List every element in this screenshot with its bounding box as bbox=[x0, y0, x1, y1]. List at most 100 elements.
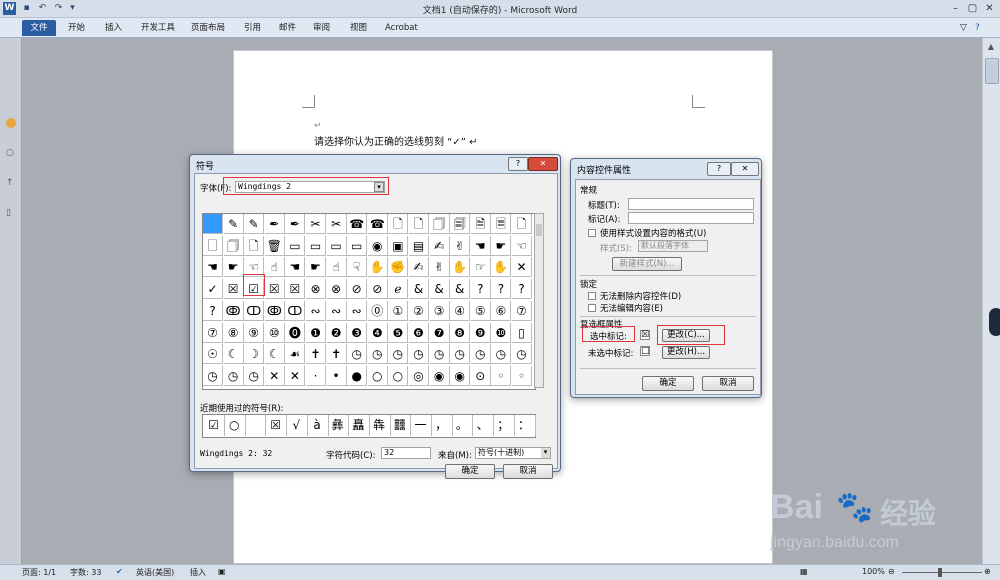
symbol-cell[interactable]: ◷ bbox=[347, 344, 368, 365]
symbol-cell[interactable]: ◉ bbox=[429, 365, 450, 386]
language[interactable]: 英语(美国) bbox=[136, 567, 174, 578]
symbol-cell[interactable]: ○ bbox=[388, 365, 409, 386]
symbol-cell[interactable]: ✕ bbox=[512, 257, 532, 278]
symbol-cell[interactable]: ✍ bbox=[429, 235, 450, 256]
recent-symbol-cell[interactable]: ， bbox=[431, 415, 453, 436]
tab-acrobat[interactable]: Acrobat bbox=[380, 20, 423, 36]
document-text[interactable]: 请选择你认为正确的选线剪刻 “✓” ↵ bbox=[314, 133, 477, 148]
symbol-cell[interactable]: ▤ bbox=[409, 235, 429, 256]
symbol-cell[interactable]: ℯ bbox=[388, 279, 409, 300]
symbol-cell[interactable]: ⊗ bbox=[306, 279, 326, 300]
symbol-cell[interactable]: ✎ bbox=[223, 214, 244, 234]
symbol-cell[interactable]: • bbox=[326, 365, 347, 386]
symbol-cell[interactable]: ✌ bbox=[429, 257, 450, 278]
zoom-slider-thumb[interactable] bbox=[938, 568, 942, 577]
symbol-cell[interactable]: 🗍 bbox=[223, 235, 244, 256]
tab-references[interactable]: 引用 bbox=[239, 20, 266, 36]
symbol-cell[interactable]: ☝ bbox=[264, 257, 285, 278]
symbol-cell[interactable]: ❹ bbox=[367, 322, 388, 343]
symbol-cell[interactable]: ⑨ bbox=[244, 322, 265, 343]
symbol-cell[interactable]: ☉ bbox=[203, 344, 223, 365]
symbol-cell[interactable]: ✝ bbox=[326, 344, 347, 365]
symbol-cell[interactable]: & bbox=[409, 279, 429, 300]
symbol-cell[interactable]: ✋ bbox=[367, 257, 388, 278]
symbol-cell[interactable]: ⑤ bbox=[470, 300, 491, 321]
close-icon[interactable]: ✕ bbox=[731, 162, 759, 176]
tab-review[interactable]: 审阅 bbox=[308, 20, 335, 36]
help-icon[interactable]: ? bbox=[707, 162, 731, 176]
symbol-cell[interactable]: ◉ bbox=[450, 365, 471, 386]
symbol-cell[interactable]: ↂ bbox=[223, 300, 244, 321]
symbol-cell[interactable]: ◷ bbox=[409, 344, 429, 365]
proofing-icon[interactable]: ✔ bbox=[116, 567, 123, 576]
symbol-cell[interactable]: ☛ bbox=[491, 235, 512, 256]
from-select[interactable]: 符号(十进制) bbox=[475, 447, 551, 459]
tab-page-layout[interactable]: 页面布局 bbox=[186, 20, 230, 36]
recent-symbol-cell[interactable]: 一 bbox=[410, 415, 432, 436]
zoom-level[interactable]: 100% bbox=[862, 567, 885, 576]
symbol-cell[interactable]: ❻ bbox=[409, 322, 429, 343]
symbol-cell[interactable]: ▯ bbox=[512, 322, 532, 343]
symbol-cell[interactable]: 🗌 bbox=[203, 235, 223, 256]
style-select[interactable]: 默认段落字体 bbox=[638, 240, 708, 252]
symbol-cell[interactable]: ✒ bbox=[264, 214, 285, 234]
symbol-cell[interactable]: ◷ bbox=[203, 365, 223, 386]
tab-file[interactable]: 文件 bbox=[22, 20, 56, 36]
view-print-icon[interactable]: ▦ bbox=[800, 567, 808, 576]
tab-developer[interactable]: 开发工具 bbox=[136, 20, 180, 36]
recent-symbol-cell[interactable]: ； bbox=[493, 415, 515, 436]
symbol-cell[interactable]: ◦ bbox=[491, 365, 512, 386]
symbol-cell[interactable]: ◷ bbox=[470, 344, 491, 365]
symbol-cell[interactable]: ▭ bbox=[347, 235, 368, 256]
maximize-icon[interactable]: ▢ bbox=[965, 2, 980, 15]
macro-icon[interactable]: ▣ bbox=[218, 567, 226, 576]
symbol-cell[interactable]: ✋ bbox=[491, 257, 512, 278]
zoom-out-icon[interactable]: ⊖ bbox=[888, 567, 895, 576]
recent-symbol-cell[interactable] bbox=[244, 415, 267, 436]
symbol-cell[interactable]: ? bbox=[512, 279, 532, 300]
symbol-cell[interactable]: ☜ bbox=[512, 235, 532, 256]
tab-mailings[interactable]: 邮件 bbox=[274, 20, 301, 36]
symbol-cell[interactable]: ∾ bbox=[347, 300, 368, 321]
symbol-cell[interactable]: 🗋 bbox=[512, 214, 532, 234]
symbol-cell[interactable]: 🗋 bbox=[409, 214, 429, 234]
symbol-cell[interactable]: ✎ bbox=[244, 214, 265, 234]
symbol-cell[interactable]: ✂ bbox=[326, 214, 347, 234]
symbol-cell[interactable]: ✒ bbox=[285, 214, 306, 234]
symbol-cell[interactable]: 🗍 bbox=[429, 214, 450, 234]
symbol-cell[interactable]: ◦ bbox=[512, 365, 532, 386]
symbol-cell[interactable]: ② bbox=[409, 300, 429, 321]
symbol-cell[interactable]: ∾ bbox=[306, 300, 326, 321]
symbol-cell[interactable]: ⊘ bbox=[367, 279, 388, 300]
symbol-cell[interactable]: ☎ bbox=[347, 214, 368, 234]
insert-mode[interactable]: 插入 bbox=[190, 567, 206, 578]
symbol-cell[interactable]: ① bbox=[388, 300, 409, 321]
lock-delete-checkbox[interactable] bbox=[588, 292, 596, 300]
symbol-cell[interactable]: ☒ bbox=[223, 279, 244, 300]
symbol-cell[interactable]: ✌ bbox=[450, 235, 471, 256]
recent-symbol-cell[interactable]: √ bbox=[286, 415, 308, 436]
recent-symbol-cell[interactable]: 、 bbox=[472, 415, 495, 436]
grid-scrollbar[interactable] bbox=[534, 213, 544, 388]
recent-symbol-cell[interactable]: ： bbox=[514, 415, 536, 436]
tag-input[interactable] bbox=[628, 212, 754, 224]
symbol-cell[interactable]: ☾ bbox=[264, 344, 285, 365]
symbol-cell[interactable]: ❺ bbox=[388, 322, 409, 343]
close-icon[interactable]: ✕ bbox=[982, 2, 997, 15]
symbol-cell[interactable]: ☽ bbox=[244, 344, 265, 365]
symbol-cell[interactable]: ❷ bbox=[326, 322, 347, 343]
symbol-cell[interactable]: ? bbox=[491, 279, 512, 300]
symbol-cell[interactable]: ✝ bbox=[306, 344, 326, 365]
symbol-cell[interactable]: ⊙ bbox=[470, 365, 491, 386]
recent-symbol-cell[interactable]: ○ bbox=[224, 415, 246, 436]
symbol-cell[interactable]: ● bbox=[347, 365, 368, 386]
symbol-cell[interactable]: ? bbox=[203, 300, 223, 321]
symbol-cell[interactable]: ✊ bbox=[388, 257, 409, 278]
cc-ok-button[interactable]: 确定 bbox=[642, 376, 694, 391]
grid-scroll-thumb[interactable] bbox=[536, 224, 542, 236]
help-icon[interactable]: ? bbox=[970, 20, 985, 36]
symbol-cell[interactable]: 🗋 bbox=[244, 235, 265, 256]
recent-symbols[interactable]: ☑ ○ ☒ √ à 彝矗犇䨻一，。、；： bbox=[202, 414, 536, 438]
symbol-cell[interactable]: ☒ bbox=[285, 279, 306, 300]
symbol-cell[interactable]: ⑥ bbox=[491, 300, 512, 321]
